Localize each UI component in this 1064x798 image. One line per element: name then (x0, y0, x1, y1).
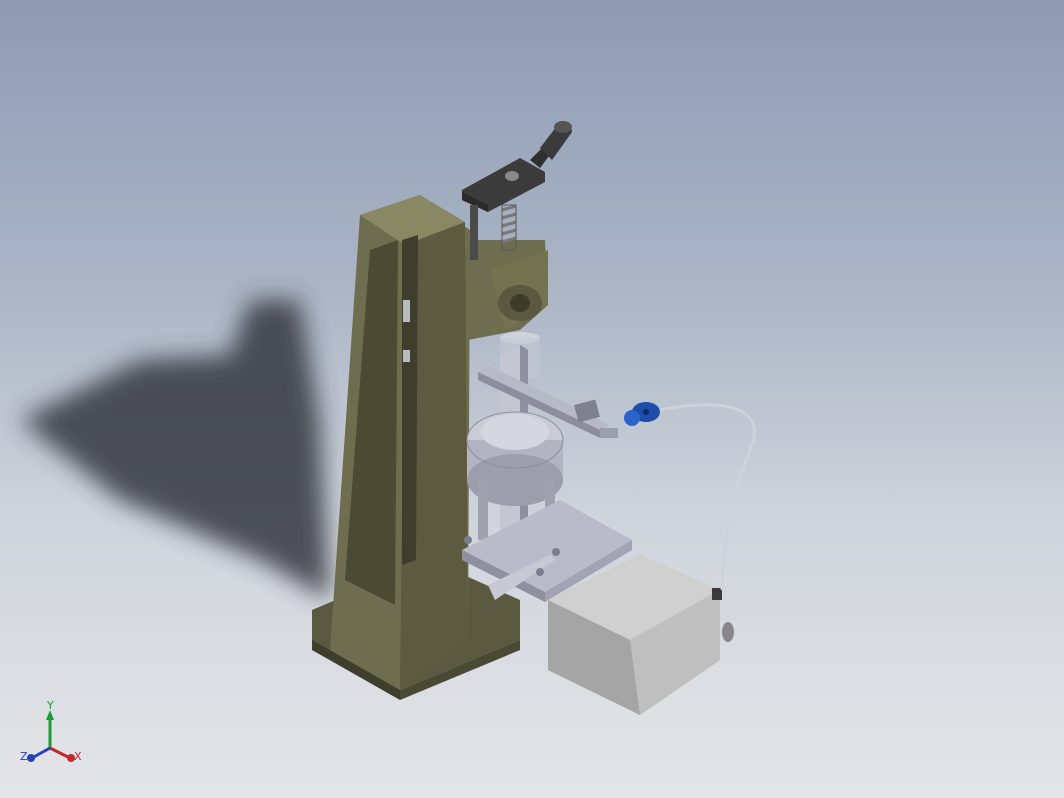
sensor-cable (659, 403, 756, 591)
model-scene[interactable] (0, 0, 1064, 798)
coordinate-triad[interactable]: Y X Z (14, 700, 94, 780)
y-axis-label: Y (46, 700, 54, 712)
ground-shadow (20, 300, 330, 600)
x-axis-label: X (74, 750, 82, 763)
adjust-knob[interactable] (624, 402, 660, 426)
spring (501, 204, 517, 244)
graphics-viewport[interactable]: Y X Z (0, 0, 1064, 798)
lever-handle[interactable] (530, 121, 572, 168)
x-axis (49, 746, 71, 760)
z-axis-tip (27, 754, 35, 762)
z-axis-label: Z (20, 750, 28, 763)
